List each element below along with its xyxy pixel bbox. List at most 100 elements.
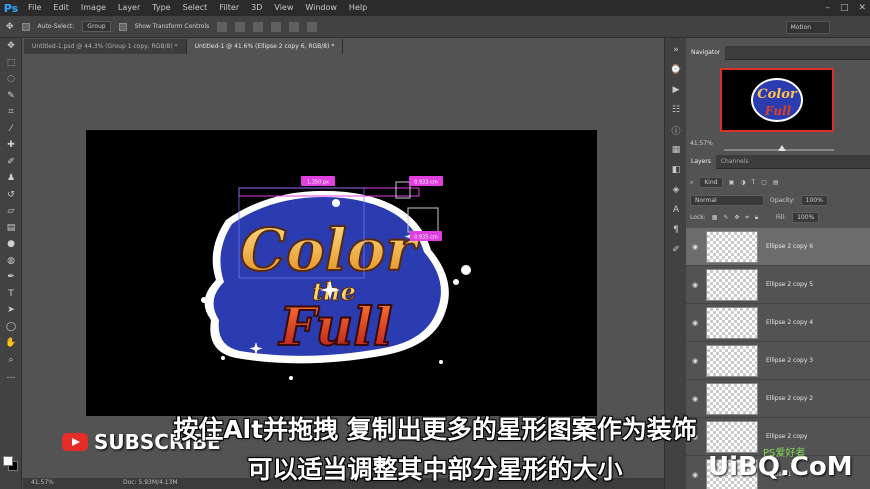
play-icon[interactable]: ▶ <box>665 80 687 100</box>
layer-name[interactable]: Ellipse 2 copy 5 <box>766 281 813 288</box>
workspace-dropdown[interactable]: Motion <box>785 21 830 34</box>
layer-row[interactable]: ◉ Ellipse 2 copy 5 <box>686 266 870 304</box>
visibility-eye-icon[interactable]: ◉ <box>686 243 704 251</box>
history-brush-tool-icon[interactable]: ↺ <box>0 187 22 204</box>
align-middle-icon[interactable] <box>235 21 246 32</box>
tab-untitled-1[interactable]: Untitled-1 @ 41.6% (Ellipse 2 copy 6, RG… <box>186 39 344 54</box>
brush-tool-icon[interactable]: ✐ <box>0 154 22 171</box>
menu-bar: Ps File Edit Image Layer Type Select Fil… <box>0 0 870 16</box>
tab-untitled-psd[interactable]: Untitled-1.psd @ 44.3% (Group 1 copy, RG… <box>24 39 187 54</box>
transform-controls-checkbox[interactable] <box>118 22 127 31</box>
swatches-icon[interactable]: ▦ <box>665 140 687 160</box>
more-tools-icon[interactable]: … <box>0 368 22 385</box>
menu-image[interactable]: Image <box>75 0 112 16</box>
layer-name[interactable]: Ellipse 2 copy 3 <box>766 357 813 364</box>
visibility-eye-icon[interactable]: ◉ <box>686 319 704 327</box>
layer-row[interactable]: ◉ Ellipse 2 copy 4 <box>686 304 870 342</box>
tab-layers[interactable]: Layers <box>686 154 716 169</box>
lasso-tool-icon[interactable]: ◌ <box>0 71 22 88</box>
menu-filter[interactable]: Filter <box>213 0 245 16</box>
opacity-field[interactable]: 100% <box>800 195 828 206</box>
filter-smart-icon[interactable]: ▤ <box>773 179 779 186</box>
collapse-icon[interactable]: » <box>665 40 687 60</box>
layer-name[interactable]: Ellipse 2 copy 4 <box>766 319 813 326</box>
foreground-color-swatch[interactable] <box>3 456 13 466</box>
blend-mode-dropdown[interactable]: Normal <box>690 195 764 206</box>
navigator-thumbnail[interactable]: Color Full <box>720 68 834 132</box>
align-right-icon[interactable] <box>307 21 318 32</box>
close-icon[interactable]: ✕ <box>858 3 866 13</box>
auto-select-checkbox[interactable] <box>21 22 30 31</box>
lock-position-icon[interactable]: ✥ <box>734 214 739 221</box>
pen-tool-icon[interactable]: ✒ <box>0 269 22 286</box>
align-center-icon[interactable] <box>289 21 300 32</box>
document-canvas[interactable]: Color the Full 1,350 px <box>86 130 597 416</box>
layer-row[interactable]: ◉ Ellipse 2 copy 6 <box>686 228 870 266</box>
filter-type-icon[interactable]: T <box>752 179 756 186</box>
align-left-icon[interactable] <box>271 21 282 32</box>
menu-window[interactable]: Window <box>299 0 343 16</box>
zoom-tool-icon[interactable]: ⌕ <box>0 352 22 369</box>
menu-edit[interactable]: Edit <box>47 0 75 16</box>
move-tool-icon[interactable]: ✥ <box>0 38 22 55</box>
history-icon[interactable]: ⌚ <box>665 60 687 80</box>
lock-artboard-icon[interactable]: ⌗ <box>745 214 748 222</box>
marquee-tool-icon[interactable]: ⬚ <box>0 55 22 72</box>
properties-icon[interactable]: ☷ <box>665 100 687 120</box>
filter-kind-dropdown[interactable]: Kind <box>699 177 723 188</box>
lock-all-icon[interactable]: 🔒︎ <box>755 214 758 222</box>
healing-tool-icon[interactable]: ✚ <box>0 137 22 154</box>
blur-tool-icon[interactable]: ● <box>0 236 22 253</box>
character-icon[interactable]: A <box>665 200 687 220</box>
menu-file[interactable]: File <box>22 0 47 16</box>
gradient-tool-icon[interactable]: ▤ <box>0 220 22 237</box>
hand-tool-icon[interactable]: ✋ <box>0 335 22 352</box>
path-select-tool-icon[interactable]: ➤ <box>0 302 22 319</box>
info-icon[interactable]: ⓘ <box>665 120 687 140</box>
layer-name[interactable]: Ellipse 2 copy 6 <box>766 243 813 250</box>
align-top-icon[interactable] <box>217 21 228 32</box>
tab-channels[interactable]: Channels <box>716 155 754 169</box>
visibility-eye-icon[interactable]: ◉ <box>686 395 704 403</box>
dodge-tool-icon[interactable]: ◍ <box>0 253 22 270</box>
align-bottom-icon[interactable] <box>253 21 264 32</box>
layers-icon[interactable]: ◧ <box>665 160 687 180</box>
lock-pixels-icon[interactable]: ▦ <box>712 214 718 221</box>
menu-help[interactable]: Help <box>343 0 373 16</box>
layer-name[interactable]: Ellipse 2 copy 2 <box>766 395 813 402</box>
menu-3d[interactable]: 3D <box>245 0 268 16</box>
menu-layer[interactable]: Layer <box>112 0 146 16</box>
navigator-zoom[interactable]: 41.57% <box>690 140 713 147</box>
menu-type[interactable]: Type <box>146 0 176 16</box>
type-tool-icon[interactable]: T <box>0 286 22 303</box>
filter-shape-icon[interactable]: ▢ <box>761 179 767 186</box>
layers-header: Layers Channels <box>686 154 870 169</box>
minimize-icon[interactable]: – <box>825 3 830 13</box>
visibility-eye-icon[interactable]: ◉ <box>686 281 704 289</box>
visibility-eye-icon[interactable]: ◉ <box>686 357 704 365</box>
channels-icon[interactable]: ◈ <box>665 180 687 200</box>
fill-field[interactable]: 100% <box>792 212 820 223</box>
layer-name[interactable]: Ellipse 2 copy <box>766 433 807 440</box>
maximize-icon[interactable]: □ <box>840 3 849 13</box>
color-swatches[interactable] <box>3 456 19 472</box>
clone-stamp-tool-icon[interactable]: ♟ <box>0 170 22 187</box>
auto-select-dropdown[interactable]: Group <box>82 21 111 32</box>
layer-row[interactable]: ◉ Ellipse 2 copy 3 <box>686 342 870 380</box>
lock-paint-icon[interactable]: ✎ <box>723 214 728 221</box>
paragraph-icon[interactable]: ¶ <box>665 220 687 240</box>
menu-view[interactable]: View <box>268 0 299 16</box>
shape-tool-icon[interactable]: ◯ <box>0 319 22 336</box>
navigator-zoom-handle[interactable] <box>778 145 786 151</box>
filter-adjustment-icon[interactable]: ◑ <box>740 179 745 186</box>
brush-settings-icon[interactable]: ✐ <box>665 240 687 260</box>
move-tool-icon[interactable]: ✥ <box>6 22 14 32</box>
menu-select[interactable]: Select <box>177 0 214 16</box>
status-zoom[interactable]: 41.57% <box>31 479 54 486</box>
quick-select-tool-icon[interactable]: ✎ <box>0 88 22 105</box>
eraser-tool-icon[interactable]: ▱ <box>0 203 22 220</box>
eyedropper-tool-icon[interactable]: ⁄ <box>0 121 22 138</box>
filter-pixel-icon[interactable]: ▣ <box>729 179 735 186</box>
crop-tool-icon[interactable]: ⌗ <box>0 104 22 121</box>
tab-navigator[interactable]: Navigator <box>686 45 726 60</box>
